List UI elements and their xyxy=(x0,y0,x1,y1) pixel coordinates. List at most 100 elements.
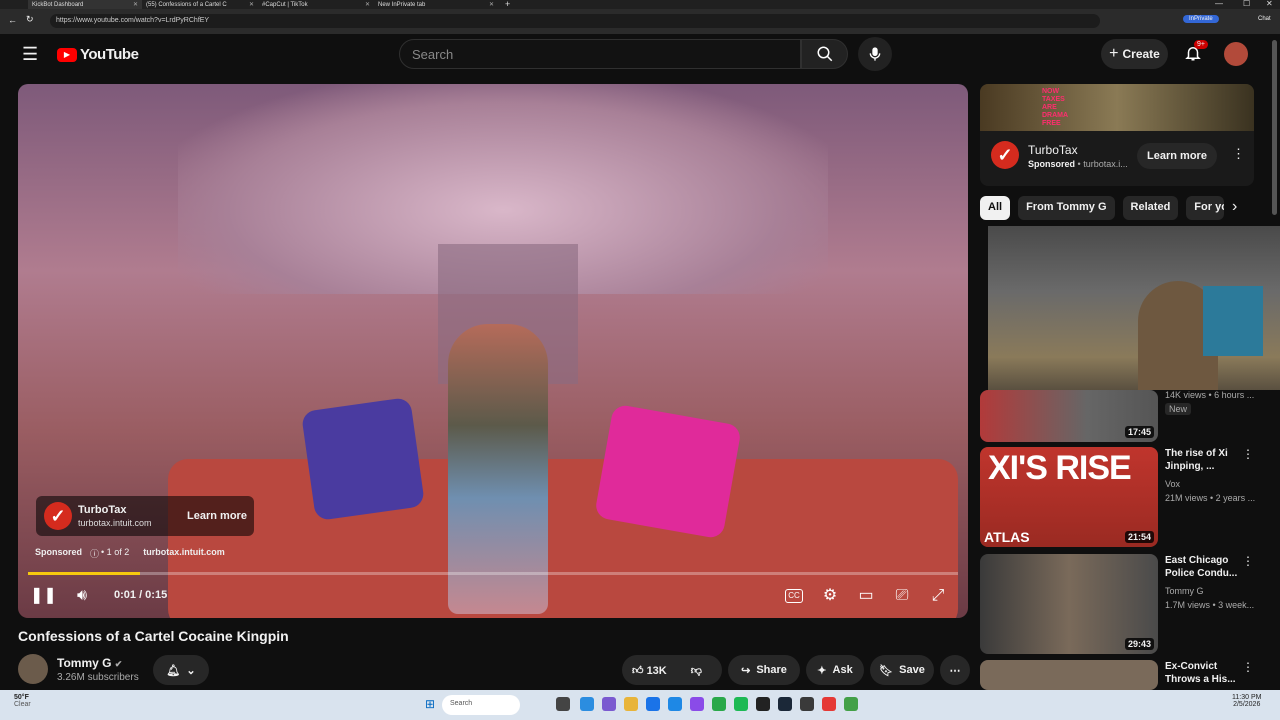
dislike-button[interactable]: 👎︎ xyxy=(691,664,702,677)
close-icon[interactable]: ✕ xyxy=(489,1,494,8)
chip-from-tommy-g[interactable]: From Tommy G xyxy=(1018,196,1115,220)
subscription-bell-button[interactable]: 🔔︎ ⌄ xyxy=(153,655,209,685)
recommendation-item[interactable]: Ex-Convict Throws a His... ⋮ xyxy=(980,660,1280,690)
weather-widget[interactable]: 50°F Clear xyxy=(14,694,31,708)
spotify-icon[interactable] xyxy=(734,697,748,711)
info-icon[interactable]: ⓘ xyxy=(90,547,99,560)
url-field[interactable]: https://www.youtube.com/watch?v=LrdPyRCh… xyxy=(50,14,1100,28)
like-button[interactable]: 👍︎ 13K xyxy=(632,664,667,677)
chip-all[interactable]: All xyxy=(980,196,1011,220)
recommendation-item[interactable]: XI'S RISE ATLAS 21:54 The rise of Xi Jin… xyxy=(980,447,1280,547)
file-explorer-icon[interactable] xyxy=(624,697,638,711)
theater-mode-icon[interactable]: ▭ xyxy=(854,584,878,608)
hover-preview-video[interactable] xyxy=(988,226,1280,390)
voice-search-button[interactable] xyxy=(858,37,892,71)
ad-overlay-card[interactable]: ✓ TurboTax turbotax.intuit.com Learn mor… xyxy=(36,496,254,536)
close-icon[interactable]: ✕ xyxy=(249,1,254,8)
ad-progress-bar[interactable] xyxy=(28,572,958,575)
time-display: 0:01 / 0:15 xyxy=(114,589,168,601)
back-icon[interactable]: ← xyxy=(8,15,17,25)
settings-gear-icon[interactable]: ⚙ xyxy=(818,584,842,608)
sidebar-ad[interactable]: NOW TAXES ARE DRAMA FREE ✓ TurboTax Spon… xyxy=(980,84,1254,186)
tab-youtube[interactable]: (55) Confessions of a Cartel C ✕ xyxy=(142,0,258,9)
taskbar-search[interactable]: Search xyxy=(442,695,520,715)
save-button[interactable]: 🔖︎ Save xyxy=(870,655,934,685)
pause-button[interactable]: ❚❚ xyxy=(30,584,57,608)
share-button[interactable]: ↪ Share xyxy=(728,655,800,685)
video-thumbnail[interactable] xyxy=(980,660,1158,690)
refresh-icon[interactable]: ↻ xyxy=(26,14,34,25)
bookmark-icon: 🔖︎ xyxy=(879,664,894,677)
chip-related[interactable]: Related xyxy=(1122,196,1179,220)
cast-icon[interactable]: ⎚ xyxy=(890,584,914,608)
create-label: Create xyxy=(1122,47,1160,61)
video-title[interactable]: East Chicago Police Condu... xyxy=(1165,554,1245,580)
copilot-chat-button[interactable]: Chat xyxy=(1258,16,1271,22)
weather-temp: 50°F xyxy=(14,694,29,701)
channel-name[interactable]: Tommy G ✔ xyxy=(57,656,122,670)
captions-button[interactable]: CC xyxy=(785,589,803,603)
ad-title: TurboTax xyxy=(78,504,127,516)
app-icon[interactable] xyxy=(844,697,858,711)
close-icon[interactable]: ✕ xyxy=(133,1,138,8)
tab-kickbot[interactable]: KickBot Dashboard ✕ xyxy=(28,0,142,9)
more-options-icon[interactable]: ⋮ xyxy=(1242,447,1254,461)
system-clock[interactable]: 11:30 PM 2/5/2026 xyxy=(1232,694,1261,708)
app-icon[interactable] xyxy=(756,697,770,711)
minimize-button[interactable]: — xyxy=(1215,0,1223,8)
teams-icon[interactable] xyxy=(602,697,616,711)
steam-icon[interactable] xyxy=(778,697,792,711)
task-view-icon[interactable] xyxy=(556,697,570,711)
obs-icon[interactable] xyxy=(800,697,814,711)
ad-thumbnail[interactable]: NOW TAXES ARE DRAMA FREE xyxy=(980,84,1254,131)
sidebar-learn-more-button[interactable]: Learn more xyxy=(1137,143,1217,169)
tab-tiktok[interactable]: #CapCut | TikTok ✕ xyxy=(258,0,374,9)
page-scrollbar[interactable] xyxy=(1272,40,1277,215)
more-options-icon[interactable]: ⋮ xyxy=(1242,660,1254,674)
browser-icon[interactable] xyxy=(668,697,682,711)
close-icon[interactable]: ✕ xyxy=(365,1,370,8)
channel-name[interactable]: Vox xyxy=(1165,479,1180,489)
chip-for-you[interactable]: For you xyxy=(1186,196,1225,220)
youtube-header: ☰ ▶ YouTube Search + Create 9+ xyxy=(0,34,1280,74)
menu-icon[interactable]: ☰ xyxy=(22,44,38,65)
recommendation-item[interactable]: 17:45 14K views • 6 hours ... New xyxy=(980,390,1280,442)
sponsored-domain-link[interactable]: turbotax.intuit.com xyxy=(143,547,225,560)
search-input[interactable]: Search xyxy=(399,39,801,69)
video-thumbnail[interactable]: 29:43 xyxy=(980,554,1158,654)
store-icon[interactable] xyxy=(646,697,660,711)
video-thumbnail[interactable]: 17:45 xyxy=(980,390,1158,442)
chrome-icon[interactable] xyxy=(822,697,836,711)
tab-new-inprivate[interactable]: New InPrivate tab ✕ xyxy=(374,0,498,9)
channel-name[interactable]: Tommy G xyxy=(1165,586,1204,596)
more-options-icon[interactable]: ⋮ xyxy=(1232,146,1245,162)
video-thumbnail[interactable]: XI'S RISE ATLAS 21:54 xyxy=(980,447,1158,547)
video-player[interactable]: ✓ TurboTax turbotax.intuit.com Learn mor… xyxy=(18,84,968,618)
video-title[interactable]: Ex-Convict Throws a His... xyxy=(1165,660,1245,686)
video-title[interactable]: The rise of Xi Jinping, ... xyxy=(1165,447,1245,473)
create-button[interactable]: + Create xyxy=(1101,39,1168,69)
fullscreen-icon[interactable]: ⤢ xyxy=(926,584,950,608)
youtube-logo[interactable]: ▶ YouTube xyxy=(57,46,139,63)
edge-icon[interactable] xyxy=(580,697,594,711)
ask-button[interactable]: ✦ Ask xyxy=(806,655,864,685)
search-button[interactable] xyxy=(801,39,848,69)
chevron-right-icon[interactable]: › xyxy=(1232,198,1237,216)
app-icon[interactable] xyxy=(690,697,704,711)
inprivate-badge[interactable]: InPrivate xyxy=(1183,15,1219,23)
channel-avatar[interactable] xyxy=(18,654,48,684)
recommendation-item[interactable]: 29:43 East Chicago Police Condu... Tommy… xyxy=(980,554,1280,654)
video-title: Confessions of a Cartel Cocaine Kingpin xyxy=(18,628,289,644)
ad-thumbnail-text: NOW TAXES ARE DRAMA FREE xyxy=(1042,88,1068,127)
more-options-icon[interactable]: ⋮ xyxy=(1242,554,1254,568)
more-actions-button[interactable]: ⋯ xyxy=(940,655,970,685)
app-icon[interactable] xyxy=(712,697,726,711)
maximize-button[interactable]: ☐ xyxy=(1243,0,1250,8)
window-close-button[interactable]: ✕ xyxy=(1266,0,1273,8)
notifications-button[interactable]: 9+ xyxy=(1184,40,1208,64)
learn-more-button[interactable]: Learn more xyxy=(186,504,248,528)
start-icon[interactable]: ⊞ xyxy=(425,697,435,711)
account-avatar[interactable] xyxy=(1224,42,1248,66)
new-tab-button[interactable]: + xyxy=(505,0,510,9)
volume-icon[interactable]: 🔊︎ xyxy=(70,584,94,608)
